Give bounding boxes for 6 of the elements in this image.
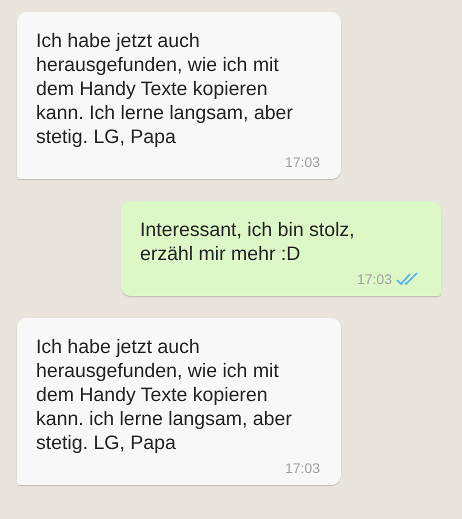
message-text: Ich habe jetzt auch herausgefunden, wie ich mit dem Handy Texte kopieren kann. ich lerne langsam, aber stetig. LG, Papa [36,335,293,455]
message-time: 17:03 [284,460,320,476]
message-time: 17:03 [284,154,320,170]
message-time: 17:03 [356,271,392,287]
message-text: Interessant, ich bin stolz, erzähl mir mehr :D [140,218,356,266]
message-text: Ich habe jetzt auch herausgefunden, wie ich mit dem Handy Texte kopieren kann. Ich lerne langsam, aber stetig. LG, Papa [36,29,294,149]
